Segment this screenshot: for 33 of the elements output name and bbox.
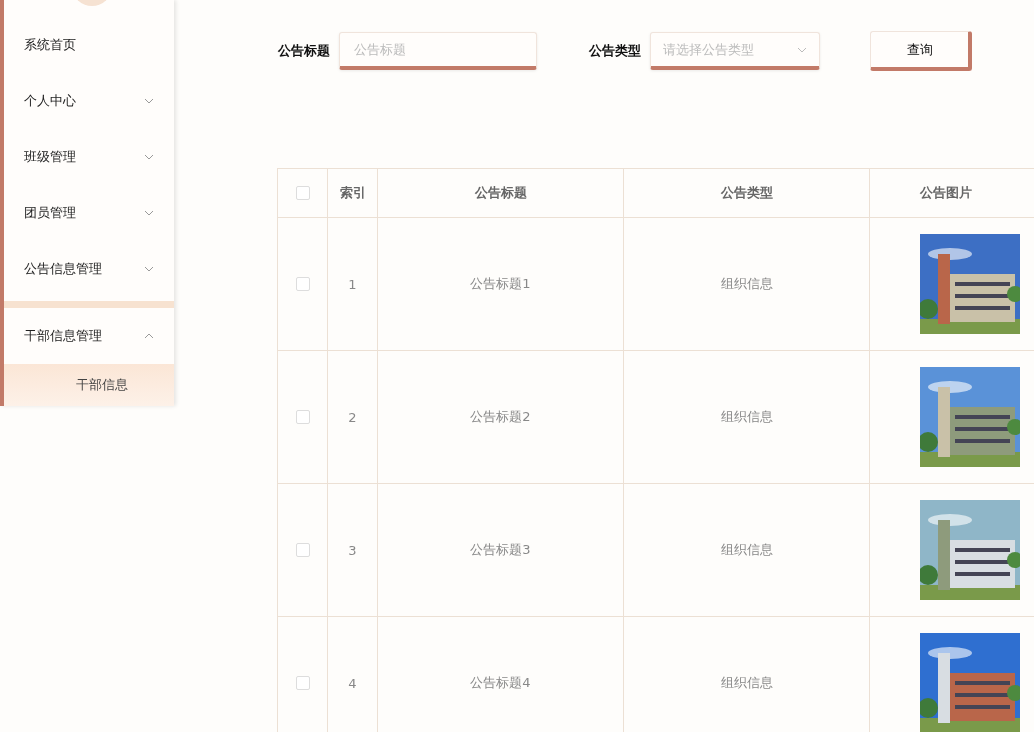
field-label: 公告标题 (278, 42, 330, 60)
table-cell: 组织信息 (624, 218, 870, 350)
table-cell: 公告标题1 (378, 218, 624, 350)
menu-item[interactable]: 公告信息管理 (4, 241, 174, 297)
table-cell: 4 (328, 617, 378, 732)
column-header: 公告图片 (870, 169, 1034, 217)
checkbox[interactable] (295, 543, 310, 557)
field-label: 公告类型 (589, 42, 641, 60)
checkbox[interactable] (295, 277, 310, 291)
table-cell: 2 (328, 351, 378, 483)
column-header: 公告类型 (624, 169, 870, 217)
menu-item[interactable]: 团员管理 (4, 185, 174, 241)
table-cell: 公告标题3 (378, 484, 624, 616)
table-cell: 组织信息 (624, 617, 870, 732)
chevron-icon (797, 46, 807, 53)
table-cell: 1 (328, 218, 378, 350)
checkbox[interactable] (295, 410, 310, 424)
table-cell: 公告标题4 (378, 617, 624, 732)
checkbox[interactable] (295, 676, 310, 690)
menu-item[interactable]: 干部信息管理 (4, 308, 174, 364)
table-cell: 组织信息 (624, 484, 870, 616)
menu-item[interactable]: 个人中心 (4, 73, 174, 129)
table-cell: 3 (328, 484, 378, 616)
checkbox[interactable] (295, 186, 310, 200)
menu-item[interactable]: 班级管理 (4, 129, 174, 185)
table-cell: 公告标题2 (378, 351, 624, 483)
column-header: 索引 (328, 169, 378, 217)
input-field[interactable]: 公告标题 (339, 32, 537, 70)
search-button[interactable]: 查询 (870, 31, 972, 71)
table-cell: 组织信息 (624, 351, 870, 483)
submenu-item[interactable]: 干部信息 (4, 364, 174, 406)
menu-item[interactable]: 系统首页 (4, 17, 174, 73)
column-header: 公告标题 (378, 169, 624, 217)
